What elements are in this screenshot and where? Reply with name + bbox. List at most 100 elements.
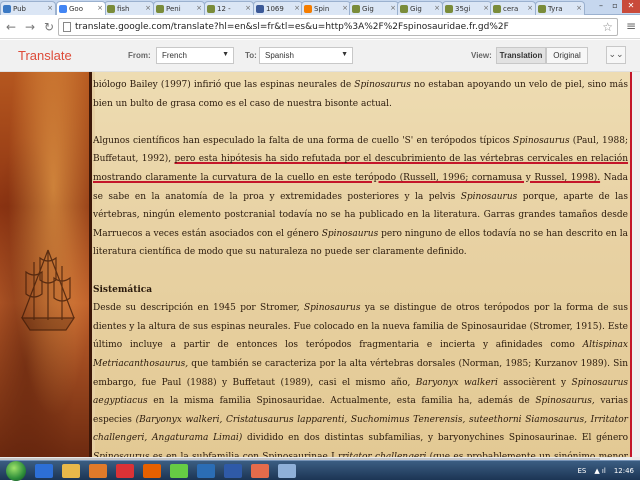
tab-title: Spin [314, 4, 330, 13]
text-run: biólogo Bailey (1997) infirió que las es… [93, 80, 355, 90]
tab-favicon-icon [538, 4, 546, 13]
italic-taxon: Spinosaurus [321, 228, 379, 239]
text-run: associèrent y [497, 377, 572, 388]
translation-view-button[interactable]: Translation [496, 47, 546, 64]
ie-icon[interactable] [35, 463, 53, 478]
double-chevron-down-icon[interactable]: ⌄⌄ [606, 46, 626, 64]
translate-toolbar: Translate From: French ▼ To: Spanish ▼ V… [0, 40, 640, 72]
reload-icon[interactable]: ↻ [41, 19, 57, 35]
bookmark-star-icon[interactable]: ☆ [602, 20, 613, 34]
page-icon [63, 22, 71, 32]
back-arrow-icon[interactable]: ← [3, 19, 19, 35]
from-language-select[interactable]: French ▼ [156, 47, 234, 64]
paragraph-2: Algunos científicos han especulado la fa… [93, 132, 628, 262]
tab-title: Gig [362, 4, 374, 13]
chrome-icon[interactable] [116, 463, 134, 478]
browser-tab[interactable]: cera × [490, 1, 536, 15]
to-label: To: [245, 51, 257, 60]
browser-tab[interactable]: Goo × [56, 1, 106, 15]
close-tab-icon[interactable]: × [294, 4, 300, 12]
tab-favicon-icon [107, 4, 115, 13]
photoshop-icon[interactable] [197, 463, 215, 478]
close-tab-icon[interactable]: × [390, 4, 396, 12]
firefox-icon[interactable] [143, 463, 161, 478]
close-tab-icon[interactable]: × [97, 4, 103, 12]
maximize-button[interactable]: ▫ [608, 0, 622, 13]
browser-tab[interactable]: Pub × [0, 1, 56, 15]
tab-title: 1069 [266, 4, 284, 13]
tab-favicon-icon [3, 4, 11, 13]
italic-taxon: Spinosaurus [354, 80, 411, 90]
tab-favicon-icon [156, 4, 164, 13]
language-indicator[interactable]: ES [577, 467, 586, 475]
paragraph-1: biólogo Bailey (1997) infirió que las es… [93, 76, 628, 113]
minimize-button[interactable]: – [594, 0, 608, 13]
vertical-scrollbar[interactable] [632, 72, 640, 457]
signal-icon[interactable]: ▲ ıl [594, 467, 606, 475]
paint-icon[interactable] [251, 463, 269, 478]
close-tab-icon[interactable]: × [434, 4, 440, 12]
browser-tab-strip: Pub × Goo × fish × Peni × 12 - × 1069 × Spin × Gig × Gig… [0, 0, 640, 15]
ship-illustration [20, 249, 76, 331]
tab-favicon-icon [304, 4, 312, 13]
text-run: Algunos científicos han especulado la fa… [93, 135, 514, 146]
browser-tab[interactable]: Peni × [153, 1, 205, 15]
address-bar[interactable]: translate.google.com/translate?hl=en&sl=… [58, 18, 618, 36]
tab-favicon-icon [59, 4, 67, 13]
view-label: View: [471, 51, 492, 60]
original-view-button[interactable]: Original [546, 47, 588, 64]
browser-tab[interactable]: Gig × [397, 1, 443, 15]
browser-tab[interactable]: 12 - × [204, 1, 254, 15]
section-heading: Sistemática [93, 284, 153, 295]
word-icon[interactable] [224, 463, 242, 478]
chevron-down-icon: ▼ [341, 51, 348, 58]
close-tab-icon[interactable]: × [145, 4, 151, 12]
close-tab-icon[interactable]: × [483, 4, 489, 12]
browser-toolbar: ← → ↻ translate.google.com/translate?hl=… [0, 15, 640, 39]
browser-tab[interactable]: fish × [104, 1, 154, 15]
close-tab-icon[interactable]: × [342, 4, 348, 12]
close-tab-icon[interactable]: × [576, 4, 582, 12]
tab-title: Tyra [548, 4, 563, 13]
article-body: biólogo Bailey (1997) infirió que las es… [93, 76, 628, 457]
media-player-icon[interactable] [89, 463, 107, 478]
browser-tab[interactable]: Tyra × [535, 1, 585, 15]
italic-taxon: Spinosaurus [513, 135, 570, 146]
close-tab-icon[interactable]: × [196, 4, 202, 12]
tab-favicon-icon [493, 4, 501, 13]
tab-favicon-icon [445, 4, 453, 13]
browser-tab[interactable]: 35gi × [442, 1, 492, 15]
tab-favicon-icon [352, 4, 360, 13]
close-tab-icon[interactable]: × [47, 4, 53, 12]
decorative-sidebar-texture [0, 72, 92, 457]
to-language-select[interactable]: Spanish ▼ [259, 47, 353, 64]
notepad-icon[interactable] [278, 463, 296, 478]
tab-title: Peni [166, 4, 181, 13]
clock[interactable]: 12:46 [614, 467, 634, 475]
tab-favicon-icon [400, 4, 408, 13]
url-text[interactable]: translate.google.com/translate?hl=en&sl=… [75, 22, 602, 32]
browser-tab[interactable]: Gig × [349, 1, 399, 15]
folder-icon[interactable] [62, 463, 80, 478]
forward-arrow-icon[interactable]: → [22, 19, 38, 35]
close-tab-icon[interactable]: × [245, 4, 251, 12]
start-button-icon[interactable] [6, 460, 26, 481]
text-run: Desde su descripción en 1945 por Stromer… [93, 303, 304, 314]
close-tab-icon[interactable]: × [527, 4, 533, 12]
window-controls: – ▫ ✕ [594, 0, 640, 13]
from-language-value: French [162, 51, 187, 60]
text-run: dividido en dos distintas subfamilias, y… [242, 433, 628, 444]
translated-webpage: biólogo Bailey (1997) infirió que las es… [0, 72, 640, 457]
tab-title: Goo [69, 4, 83, 13]
game-icon[interactable] [170, 463, 188, 478]
tab-title: cera [503, 4, 519, 13]
tab-title: Gig [410, 4, 422, 13]
paragraph-3: Desde su descripción en 1945 por Stromer… [93, 299, 628, 457]
close-window-button[interactable]: ✕ [622, 0, 640, 13]
tab-title: 35gi [455, 4, 471, 13]
translate-logo[interactable]: Translate [18, 48, 72, 63]
browser-tab[interactable]: 1069 × [253, 1, 303, 15]
tab-title: fish [117, 4, 130, 13]
browser-tab[interactable]: Spin × [301, 1, 351, 15]
browser-menu-icon[interactable]: ≡ [626, 19, 636, 33]
